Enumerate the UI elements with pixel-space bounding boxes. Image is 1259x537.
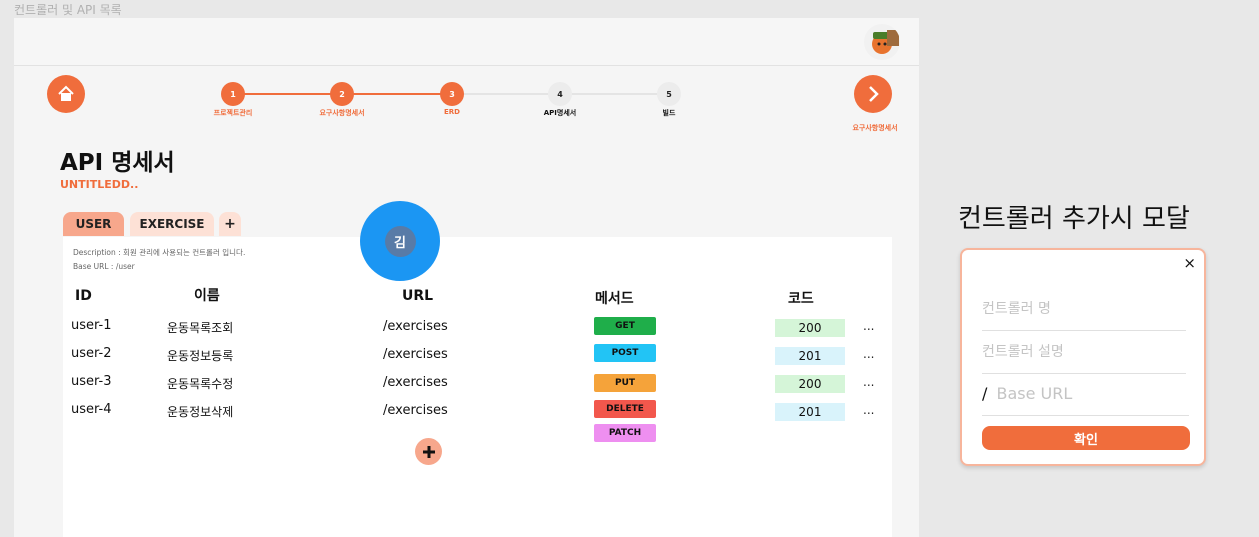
close-icon[interactable]: × <box>1183 254 1196 272</box>
row-3-name[interactable]: 운동목록수정 <box>167 375 233 392</box>
row-3-code: 200 <box>775 375 845 393</box>
confirm-button[interactable]: 확인 <box>982 426 1190 450</box>
method-badge-put: PUT <box>594 374 656 392</box>
controller-name-input[interactable]: 컨트롤러 명 <box>982 298 1186 331</box>
add-api-button[interactable] <box>415 438 442 465</box>
controller-base-url: Base URL : /user <box>73 262 135 271</box>
next-step-label: 요구사항명세서 <box>852 124 898 132</box>
row-2-name[interactable]: 운동정보등록 <box>167 347 233 364</box>
row-2-more-button[interactable]: ... <box>863 347 874 361</box>
row-4-code: 201 <box>775 403 845 421</box>
step-5[interactable]: 5 <box>657 82 681 106</box>
tab-exercise[interactable]: EXERCISE <box>130 212 214 236</box>
controller-description: Description : 회원 관리에 사용되는 컨트롤러 입니다. <box>73 248 246 257</box>
row-4-url: /exercises <box>383 403 448 418</box>
column-header-method: 메서드 <box>595 291 634 307</box>
controller-panel: Description : 회원 관리에 사용되는 컨트롤러 입니다. Base… <box>63 237 892 537</box>
tab-user[interactable]: USER <box>63 212 124 236</box>
home-button[interactable] <box>47 75 85 113</box>
row-4-id: user-4 <box>71 402 112 417</box>
method-badge-delete: DELETE <box>594 400 656 418</box>
method-badge-get: GET <box>594 317 656 335</box>
row-3-id: user-3 <box>71 374 112 389</box>
collaborator-initial: 김 <box>384 225 416 257</box>
user-avatar[interactable] <box>864 24 900 60</box>
method-badge-post: POST <box>594 344 656 362</box>
main-panel: 1 프로젝트관리 2 요구사항명세서 3 ERD 4 API명세서 5 빌드 요… <box>14 18 919 537</box>
project-name: UNTITLEDD.. <box>60 178 139 191</box>
controller-description-input[interactable]: 컨트롤러 설명 <box>982 341 1186 374</box>
page-title: API 명세서 <box>60 150 175 176</box>
next-step-button[interactable] <box>854 75 892 113</box>
row-1-code: 200 <box>775 319 845 337</box>
top-bar <box>14 18 919 66</box>
base-url-input[interactable]: / Base URL <box>982 384 1189 416</box>
row-1-url: /exercises <box>383 319 448 334</box>
home-icon <box>58 85 74 101</box>
step-4-label: API명세서 <box>543 109 577 117</box>
base-url-placeholder: Base URL <box>996 384 1073 403</box>
column-header-name: 이름 <box>194 288 220 304</box>
column-header-code: 코드 <box>788 291 814 307</box>
add-tab-button[interactable]: + <box>219 212 241 236</box>
method-badge-patch: PATCH <box>594 424 656 442</box>
step-3-label: ERD <box>444 108 460 116</box>
row-4-name[interactable]: 운동정보삭제 <box>167 403 233 420</box>
column-header-url: URL <box>402 288 434 304</box>
modal-heading: 컨트롤러 추가시 모달 <box>958 204 1190 234</box>
row-1-name[interactable]: 운동목록조회 <box>167 319 233 336</box>
step-2[interactable]: 2 <box>330 82 354 106</box>
row-2-code: 201 <box>775 347 845 365</box>
step-5-label: 빌드 <box>662 109 676 117</box>
base-url-prefix: / <box>982 384 988 403</box>
row-1-more-button[interactable]: ... <box>863 319 874 333</box>
add-controller-modal: × 컨트롤러 명 컨트롤러 설명 / Base URL 확인 <box>960 248 1206 466</box>
row-2-id: user-2 <box>71 346 112 361</box>
row-3-url: /exercises <box>383 375 448 390</box>
step-3[interactable]: 3 <box>440 82 464 106</box>
row-1-id: user-1 <box>71 318 112 333</box>
collaborator-presence-bubble[interactable]: 김 <box>360 201 440 281</box>
frame-label: 컨트롤러 및 API 목록 <box>14 3 122 17</box>
chevron-right-icon <box>869 86 879 102</box>
plus-icon <box>422 445 435 458</box>
column-header-id: ID <box>75 288 92 304</box>
step-1-label: 프로젝트관리 <box>213 109 253 117</box>
row-4-more-button[interactable]: ... <box>863 403 874 417</box>
step-4[interactable]: 4 <box>548 82 572 106</box>
step-1[interactable]: 1 <box>221 82 245 106</box>
step-2-label: 요구사항명세서 <box>319 109 365 117</box>
row-3-more-button[interactable]: ... <box>863 375 874 389</box>
row-2-url: /exercises <box>383 347 448 362</box>
